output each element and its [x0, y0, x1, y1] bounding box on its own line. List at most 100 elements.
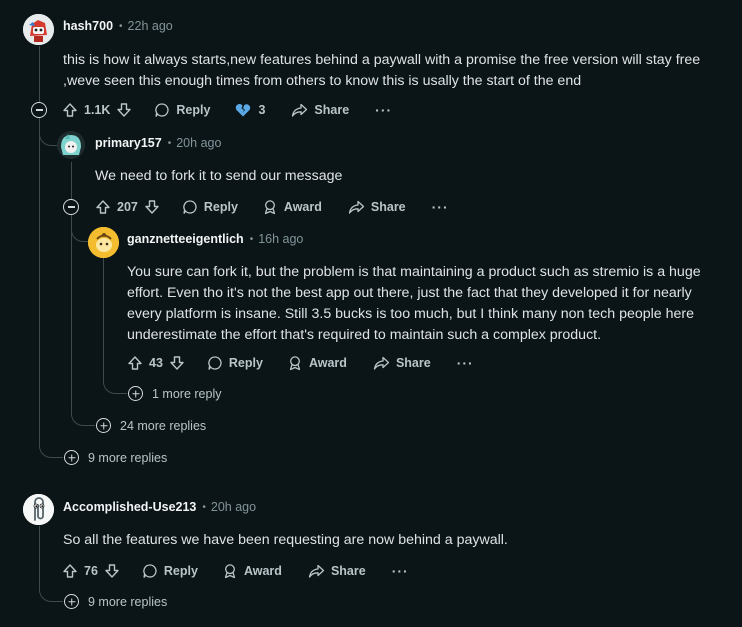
comment-actions: 76 Reply Award Share ··· — [62, 559, 409, 583]
snoo-red-avatar-icon — [23, 14, 54, 45]
award-button[interactable]: Award — [262, 199, 322, 215]
more-replies-label: 24 more replies — [120, 418, 207, 433]
more-replies-link[interactable]: 9 more replies — [64, 450, 167, 465]
award-button[interactable]: 3 — [234, 102, 265, 118]
collapse-thread-button[interactable] — [31, 102, 47, 118]
comment-meta: ganznetteeigentlich • 16h ago — [127, 232, 303, 246]
reply-bubble-icon — [143, 564, 157, 578]
comment-body: So all the features we have been request… — [63, 532, 508, 548]
share-button[interactable]: Share — [291, 102, 349, 118]
share-button[interactable]: Share — [373, 355, 431, 371]
author-name[interactable]: primary157 — [95, 136, 162, 150]
comment-meta: primary157 • 20h ago — [95, 136, 221, 150]
award-label: Award — [283, 200, 322, 214]
award-count: 3 — [258, 103, 266, 117]
vote-count: 76 — [84, 564, 98, 578]
reply-button[interactable]: Reply — [182, 199, 238, 215]
avatar[interactable] — [88, 227, 119, 258]
comment-body: this is how it always starts,new feature… — [63, 52, 701, 89]
share-arrow-icon — [292, 103, 308, 117]
downvote-icon[interactable] — [169, 355, 185, 371]
share-arrow-icon — [308, 564, 325, 578]
more-replies-link[interactable]: 9 more replies — [64, 594, 167, 609]
broken-heart-icon — [236, 104, 251, 117]
vote-count: 207 — [117, 200, 138, 214]
award-label: Award — [243, 564, 282, 578]
reply-label: Reply — [203, 200, 238, 214]
vote-count: 43 — [149, 356, 163, 370]
award-button[interactable]: Award — [287, 355, 347, 371]
more-replies-label: 9 more replies — [88, 450, 168, 465]
reply-label: Reply — [228, 356, 263, 370]
share-label: Share — [395, 356, 431, 370]
timestamp[interactable]: 16h ago — [258, 232, 303, 246]
expand-plus-icon — [128, 386, 143, 401]
author-name[interactable]: hash700 — [63, 19, 113, 33]
downvote-icon[interactable] — [144, 199, 160, 215]
downvote-icon[interactable] — [116, 102, 132, 118]
author-name[interactable]: ganznetteeigentlich — [127, 232, 244, 246]
timestamp[interactable]: 20h ago — [176, 136, 221, 150]
award-button[interactable]: Award — [222, 563, 282, 579]
reply-button[interactable]: Reply — [207, 355, 263, 371]
separator-dot: • — [119, 20, 123, 32]
collapse-thread-button[interactable] — [63, 199, 79, 215]
reply-bubble-icon — [208, 356, 222, 370]
separator-dot: • — [249, 233, 254, 245]
award-icon — [224, 564, 236, 579]
share-arrow-icon — [348, 200, 365, 214]
vote-group: 76 — [62, 563, 120, 579]
expand-plus-icon — [64, 594, 79, 609]
reply-bubble-icon — [155, 103, 170, 117]
reply-button[interactable]: Reply — [154, 102, 210, 118]
expand-plus-icon — [64, 450, 79, 465]
share-label: Share — [314, 103, 350, 117]
award-label: Award — [308, 356, 347, 370]
clippy-avatar-icon — [23, 494, 54, 525]
more-replies-link[interactable]: 1 more reply — [128, 386, 221, 401]
avatar[interactable] — [57, 131, 85, 159]
more-options-button[interactable]: ··· — [392, 563, 409, 579]
vote-group: 1.1K — [62, 102, 132, 118]
comment-meta: Accomplished-Use213 • 20h ago — [63, 500, 256, 514]
reply-label: Reply — [176, 103, 211, 117]
more-options-button[interactable]: ··· — [432, 199, 449, 215]
vote-count: 1.1K — [84, 103, 111, 117]
downvote-icon[interactable] — [104, 563, 120, 579]
thread-line-level2 — [71, 162, 72, 200]
comment-meta: hash700 • 22h ago — [63, 19, 173, 33]
vote-group: 207 — [95, 199, 160, 215]
share-label: Share — [330, 564, 366, 578]
separator-dot: • — [167, 137, 172, 149]
share-arrow-icon — [373, 356, 390, 370]
comment-actions: 1.1K Reply 3 Share ··· — [62, 98, 392, 122]
reply-bubble-icon — [183, 200, 197, 214]
share-button[interactable]: Share — [308, 563, 366, 579]
author-name[interactable]: Accomplished-Use213 — [63, 500, 196, 514]
avatar[interactable] — [23, 494, 54, 525]
thread-line-root-long — [39, 118, 63, 458]
thread-line-level3-long — [103, 258, 127, 394]
expand-plus-icon — [96, 418, 111, 433]
timestamp[interactable]: 20h ago — [211, 500, 256, 514]
thread-line-second — [39, 526, 63, 602]
reply-button[interactable]: Reply — [142, 563, 198, 579]
comment-body: You sure can fork it, but the problem is… — [127, 264, 701, 343]
anime-avatar-icon — [57, 131, 85, 159]
thread-line-root — [39, 46, 40, 110]
share-label: Share — [370, 200, 406, 214]
award-icon — [264, 200, 276, 215]
upvote-icon[interactable] — [62, 563, 78, 579]
separator-dot: • — [202, 501, 206, 513]
timestamp[interactable]: 22h ago — [128, 19, 173, 33]
more-replies-label: 9 more replies — [88, 594, 168, 609]
share-button[interactable]: Share — [348, 199, 406, 215]
more-options-button[interactable]: ··· — [375, 102, 392, 118]
avatar[interactable] — [23, 14, 54, 45]
award-icon — [289, 356, 301, 371]
upvote-icon[interactable] — [62, 102, 78, 118]
more-options-button[interactable]: ··· — [457, 355, 474, 371]
upvote-icon[interactable] — [127, 355, 143, 371]
upvote-icon[interactable] — [95, 199, 111, 215]
more-replies-link[interactable]: 24 more replies — [96, 418, 206, 433]
